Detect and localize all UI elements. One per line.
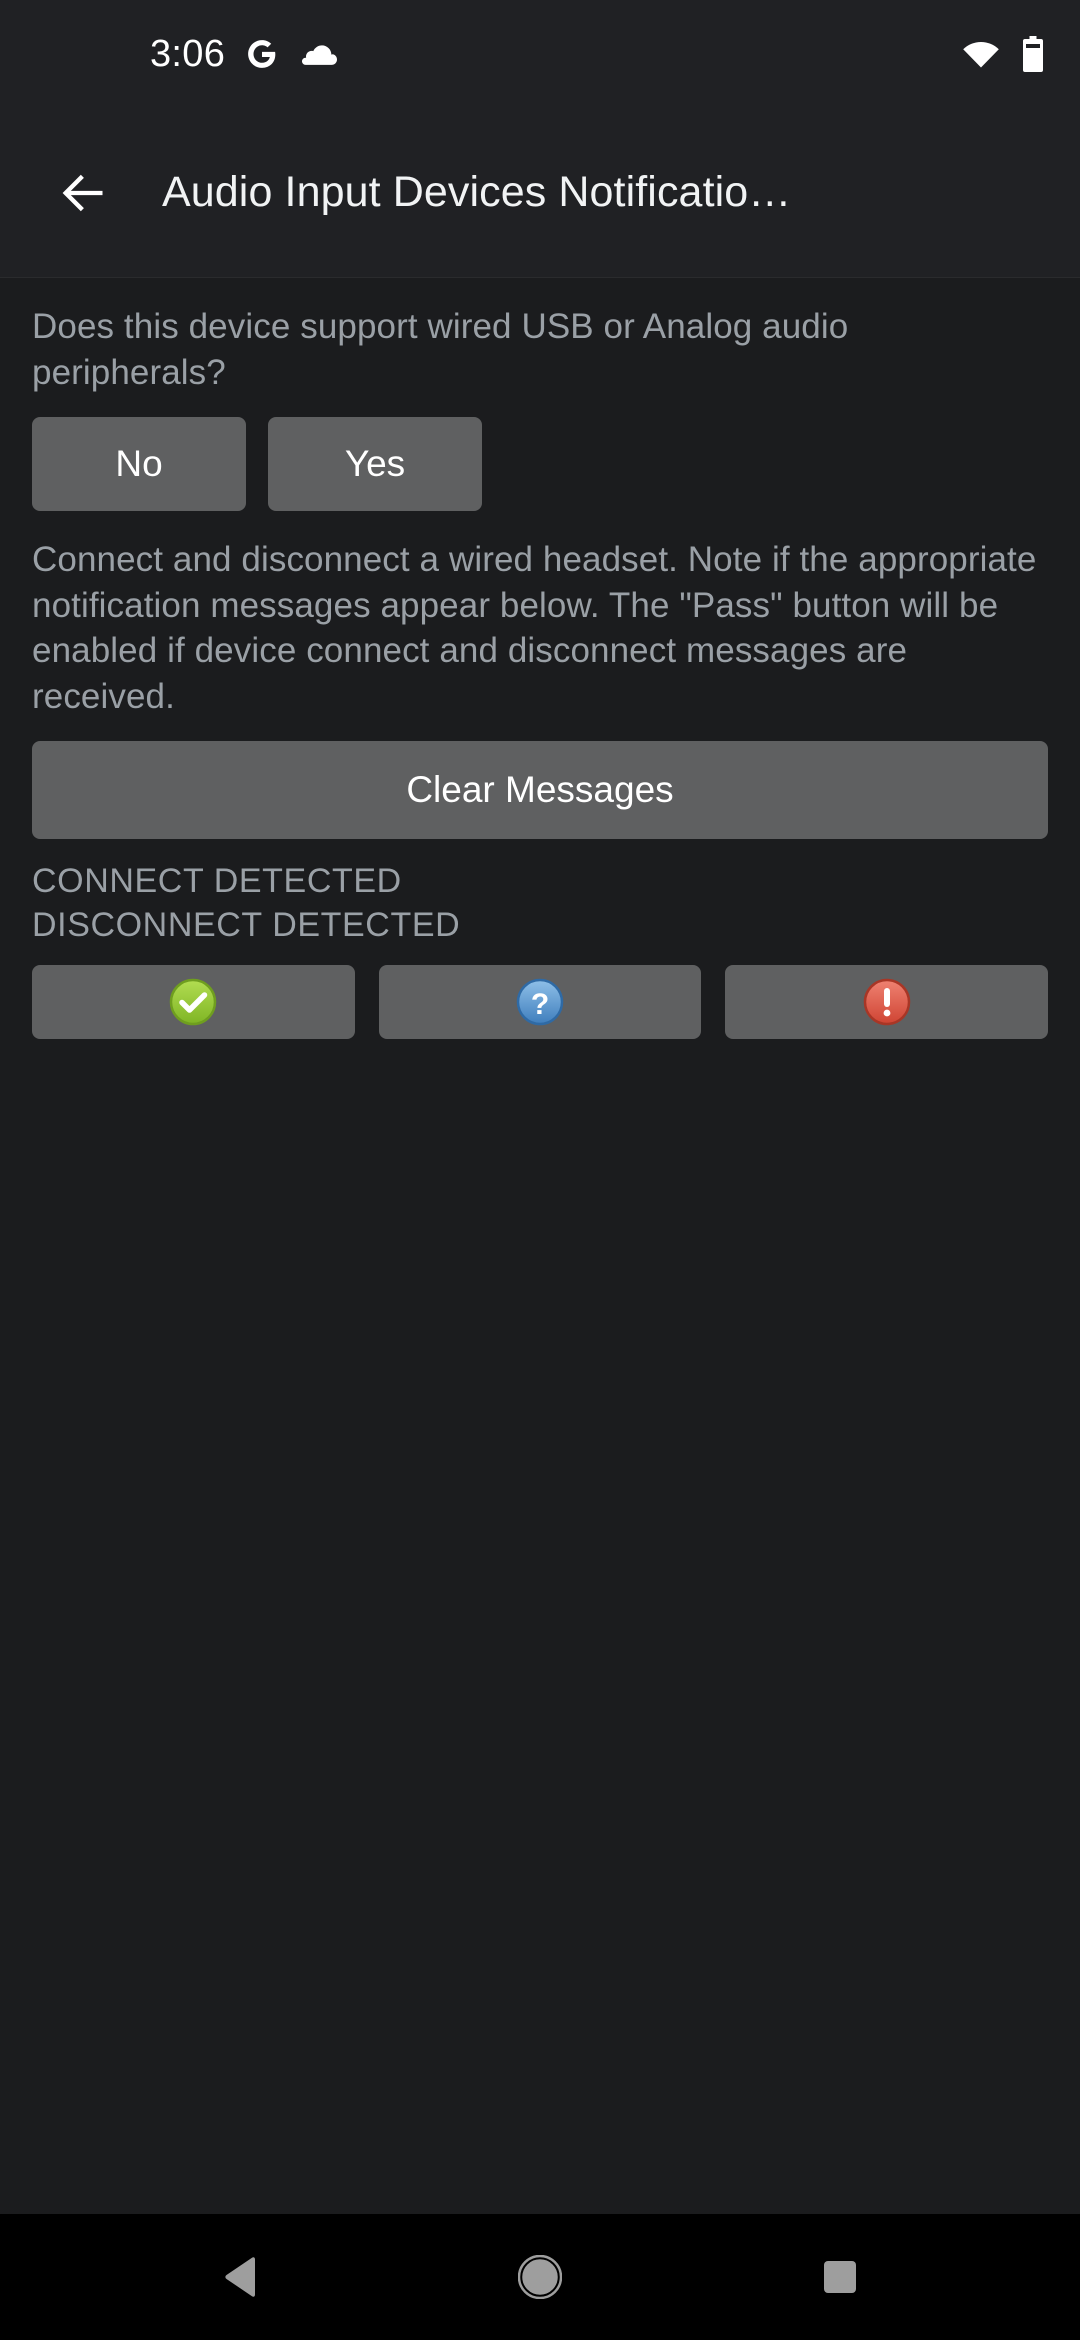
status-message-connect: CONNECT DETECTED [32, 862, 402, 900]
status-bar-right [962, 36, 1044, 72]
navigation-bar [0, 2214, 1080, 2340]
nav-home-button[interactable] [480, 2232, 600, 2322]
status-clock: 3:06 [150, 33, 226, 75]
no-button[interactable]: No [32, 417, 246, 511]
info-button[interactable]: ? [378, 965, 702, 1040]
cloud-icon [299, 40, 339, 68]
nav-recents-icon [823, 2260, 857, 2294]
phone-screen: 3:06 Audio Input Devices Notificatio… Do… [0, 0, 1080, 2340]
instruction-text: Connect and disconnect a wired headset. … [32, 540, 1037, 716]
back-button[interactable] [46, 156, 120, 230]
status-message-list: CONNECT DETECTED DISCONNECT DETECTED [32, 859, 1048, 947]
clear-messages-button[interactable]: Clear Messages [32, 741, 1048, 839]
answer-button-row: No Yes [32, 417, 1048, 511]
pass-button[interactable] [32, 965, 355, 1040]
nav-back-icon [223, 2256, 257, 2298]
google-g-icon [245, 37, 279, 71]
svg-text:?: ? [531, 988, 549, 1021]
wifi-icon [962, 39, 1000, 69]
status-bar-left: 3:06 [0, 35, 339, 73]
exclamation-circle-icon [862, 977, 912, 1027]
page-title: Audio Input Devices Notificatio… [162, 168, 792, 216]
main-content: Does this device support wired USB or An… [0, 278, 1080, 2214]
question-circle-icon: ? [515, 977, 565, 1027]
nav-recents-button[interactable] [780, 2232, 900, 2322]
status-message-disconnect: DISCONNECT DETECTED [32, 906, 461, 945]
app-bar: Audio Input Devices Notificatio… [0, 108, 1080, 278]
fail-button[interactable] [725, 965, 1049, 1040]
nav-home-icon [517, 2254, 563, 2300]
battery-icon [1022, 36, 1044, 72]
status-bar: 3:06 [0, 0, 1080, 108]
check-circle-icon [168, 977, 218, 1027]
question-text: Does this device support wired USB or An… [32, 307, 849, 392]
yes-button[interactable]: Yes [268, 417, 482, 511]
verdict-button-row: ? [32, 965, 1049, 1040]
back-arrow-icon [57, 167, 109, 219]
nav-back-button[interactable] [180, 2232, 300, 2322]
